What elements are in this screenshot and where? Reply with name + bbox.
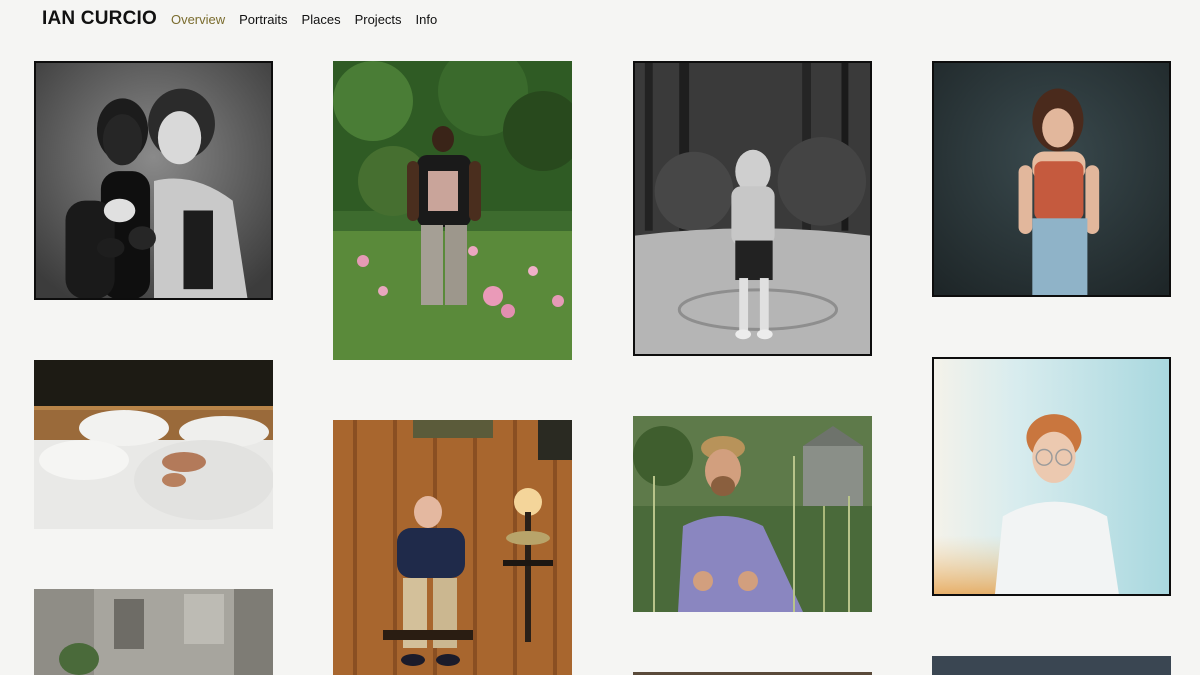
- site-logo[interactable]: IAN CURCIO: [42, 8, 157, 30]
- photo-image: [333, 420, 572, 675]
- photo-partial-2[interactable]: [932, 656, 1171, 675]
- photo-building-facade[interactable]: [34, 589, 273, 675]
- photo-hooded-child-road[interactable]: [633, 61, 872, 356]
- photo-man-in-garden[interactable]: [333, 61, 572, 360]
- nav-item-projects[interactable]: Projects: [355, 12, 402, 27]
- photo-image: [34, 589, 273, 675]
- photo-woman-red-top[interactable]: [932, 61, 1171, 297]
- photo-image: [635, 63, 870, 354]
- photo-young-man-blue[interactable]: [932, 357, 1171, 596]
- photo-image: [934, 63, 1169, 295]
- photo-older-man-wood-room[interactable]: [333, 420, 572, 675]
- photo-man-in-cap-grass[interactable]: [633, 416, 872, 612]
- main-nav: Overview Portraits Places Projects Info: [171, 12, 437, 27]
- photo-two-women-bw[interactable]: [34, 61, 273, 300]
- nav-item-info[interactable]: Info: [416, 12, 438, 27]
- photo-image: [934, 359, 1169, 594]
- nav-item-portraits[interactable]: Portraits: [239, 12, 287, 27]
- photo-image: [333, 61, 572, 360]
- portfolio-page: IAN CURCIO Overview Portraits Places Pro…: [0, 0, 1200, 675]
- photo-image: [34, 360, 273, 529]
- photo-image: [932, 656, 1171, 675]
- nav-item-places[interactable]: Places: [302, 12, 341, 27]
- photo-image: [633, 416, 872, 612]
- nav-item-overview[interactable]: Overview: [171, 12, 225, 27]
- photo-image: [36, 63, 271, 298]
- photo-sleeping-in-bed[interactable]: [34, 360, 273, 529]
- site-header: IAN CURCIO Overview Portraits Places Pro…: [42, 8, 437, 30]
